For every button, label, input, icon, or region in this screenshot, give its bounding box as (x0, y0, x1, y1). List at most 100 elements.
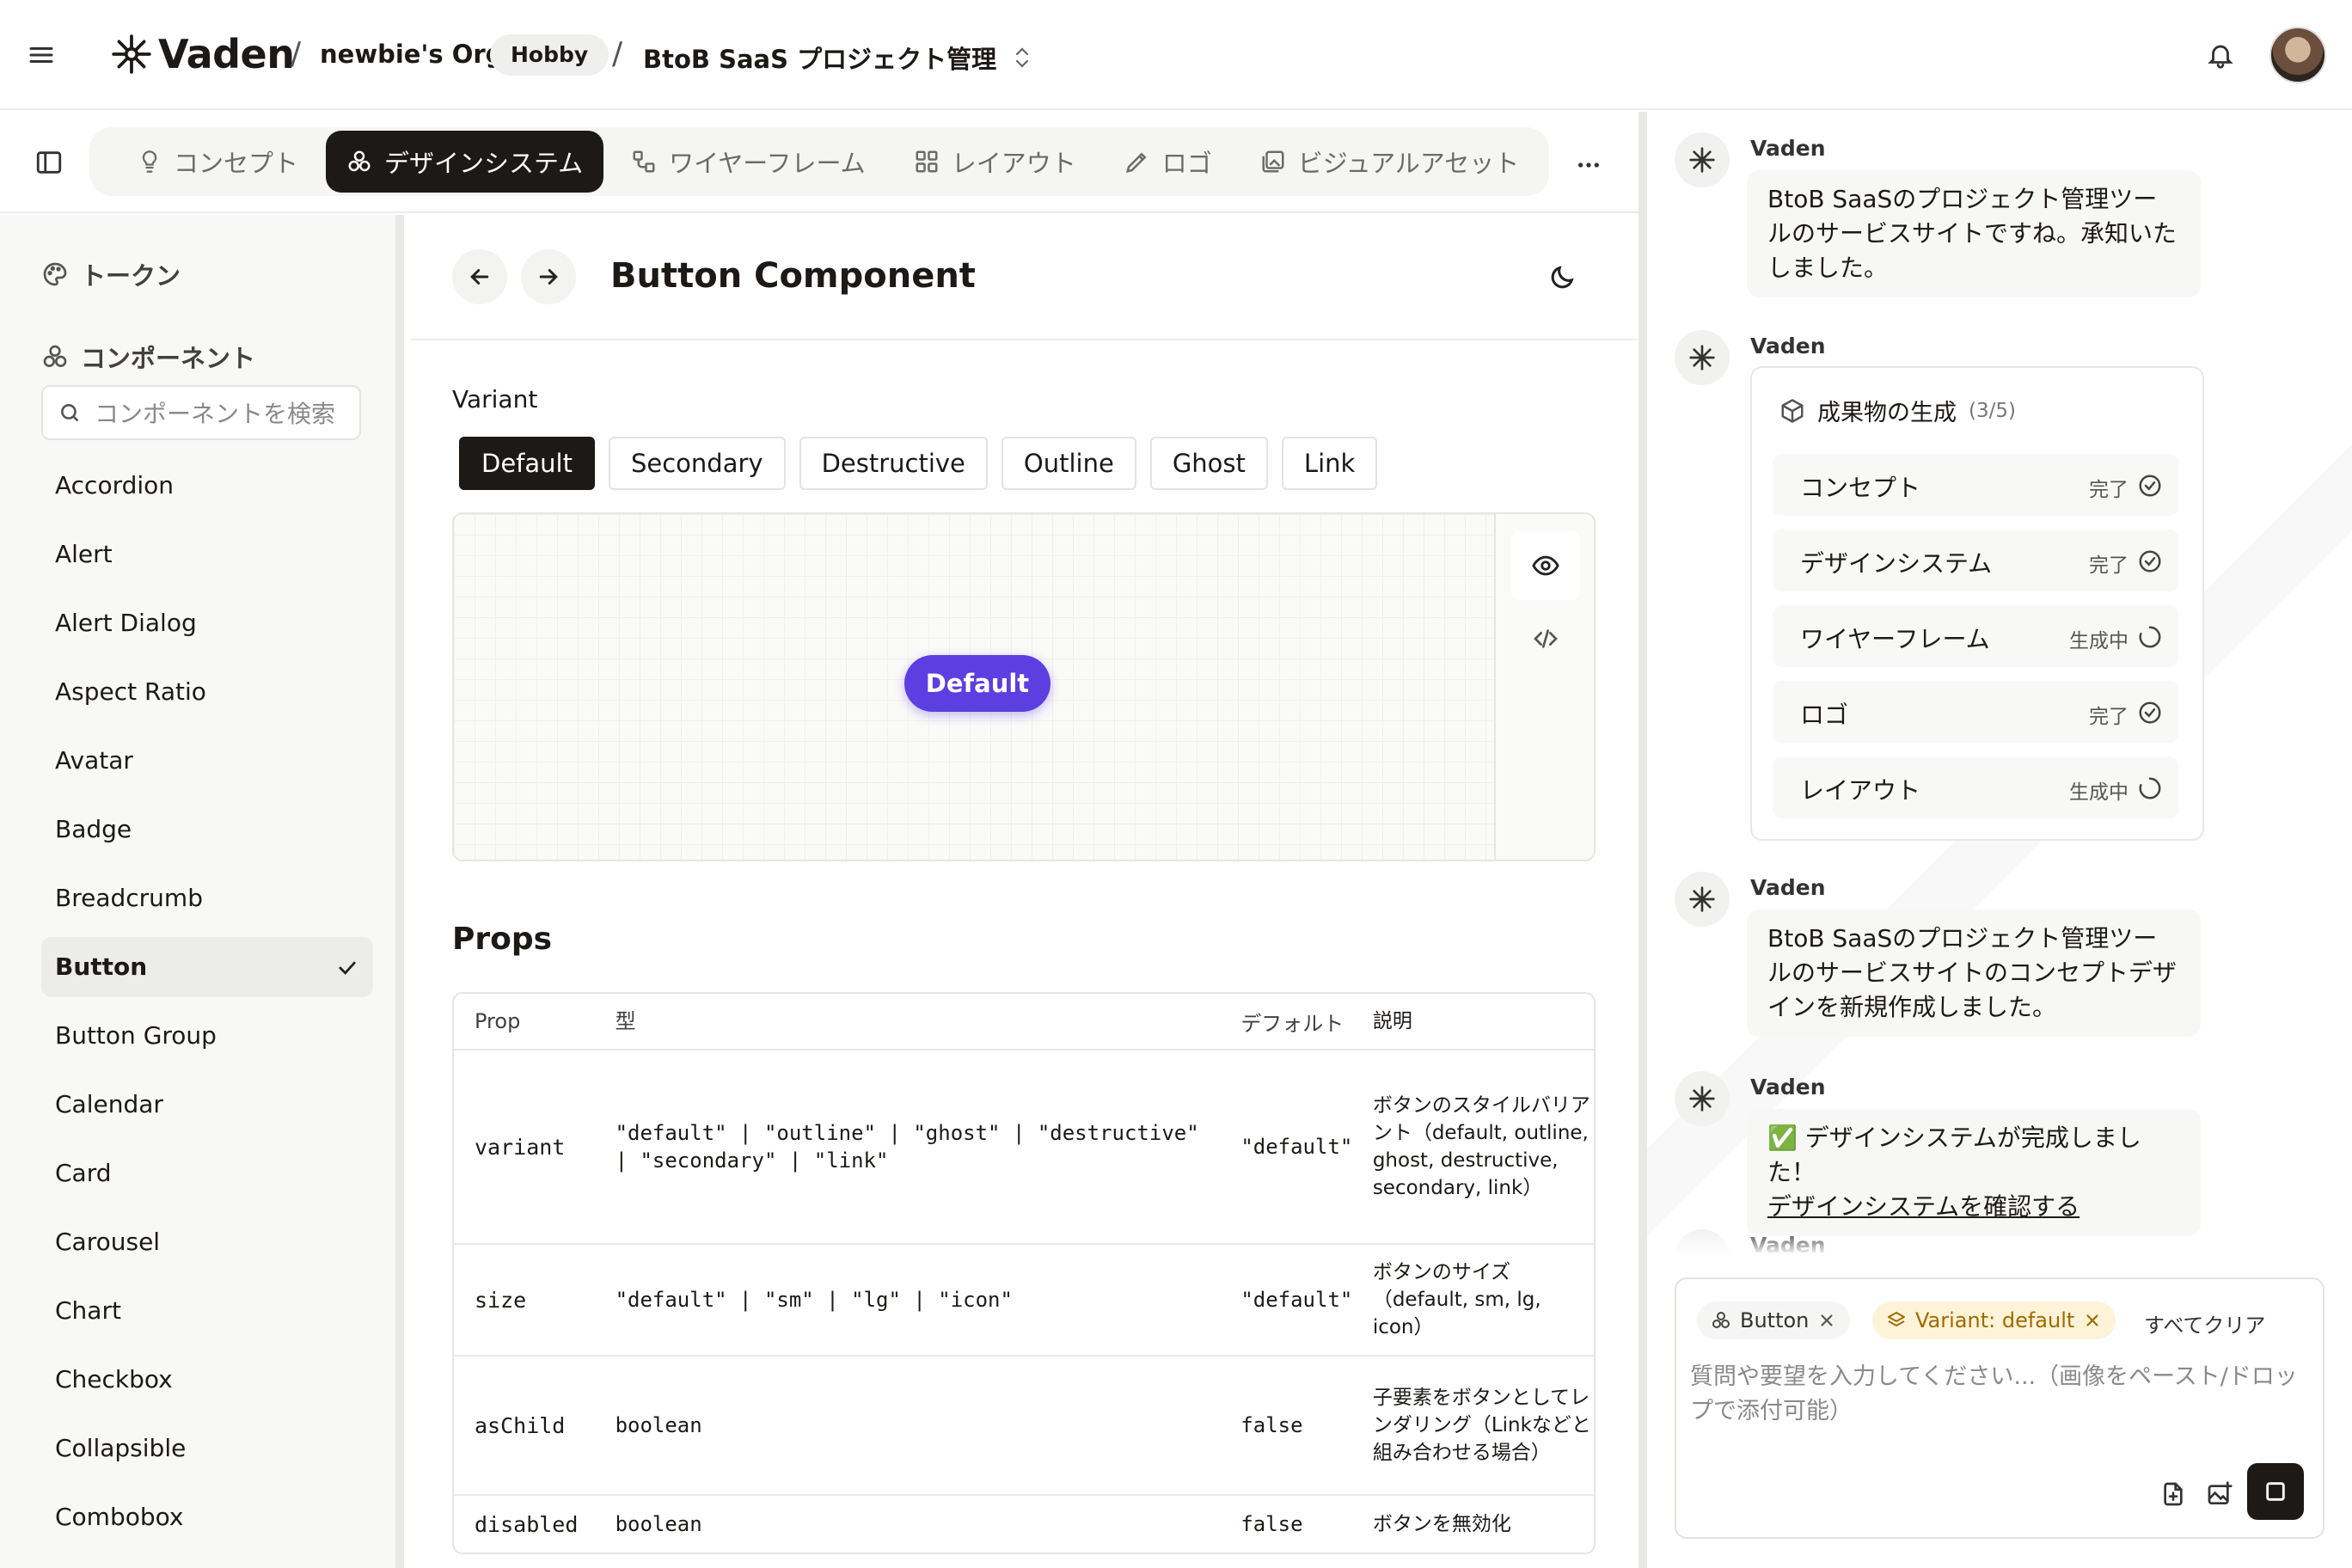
sidebar-item-button-group[interactable]: Button Group (41, 1006, 373, 1066)
arrow-right-icon (539, 269, 558, 285)
variant-tab-outline[interactable]: Outline (1001, 437, 1136, 490)
column-header: 説明 (1372, 1010, 1412, 1032)
tab-concept[interactable]: コンセプト (117, 131, 319, 193)
table-cell-type: boolean (615, 1413, 702, 1437)
chat-message: Vaden BtoB SaaSのプロジェクト管理ツールのサービスサイトのコンセプ… (1675, 872, 2276, 1069)
generation-item: コンセプト 完了 (1773, 454, 2178, 516)
preview-panel: Default (452, 512, 1596, 861)
sidebar-item-card[interactable]: Card (41, 1143, 373, 1204)
eye-icon[interactable] (1511, 531, 1580, 600)
chat-panel: Vaden BtoB SaaSのプロジェクト管理ツールのサービスサイトですね。承… (1647, 112, 2352, 1568)
components-icon (1712, 1312, 1730, 1328)
generation-item-label: デザインシステム (1800, 549, 1993, 578)
bot-avatar-icon (1675, 132, 1730, 187)
file-plus-icon[interactable] (2149, 1470, 2197, 1518)
sidebar-item-accordion[interactable]: Accordion (41, 456, 373, 516)
demo-default-button[interactable]: Default (904, 655, 1050, 712)
message-bubble: BtoB SaaSのプロジェクト管理ツールのサービスサイトのコンセプトデザインを… (1747, 910, 2201, 1037)
chat-composer: Button Variant: default すべてクリア 質問や要望を入力し… (1675, 1277, 2324, 1539)
bot-name: Vaden (1750, 1075, 1826, 1099)
generation-item-status: 完了 (2089, 479, 2128, 501)
preview-toolbar (1496, 514, 1594, 860)
loader-icon (2137, 624, 2163, 650)
project-name: BtoB SaaS プロジェクト管理 (643, 45, 997, 74)
check-circle-icon (2137, 473, 2163, 499)
stop-icon (2266, 1482, 2285, 1501)
sidebar-item-calendar[interactable]: Calendar (41, 1075, 373, 1135)
moon-icon[interactable] (1547, 263, 1577, 292)
table-cell-type: boolean (615, 1512, 702, 1536)
context-chip-component[interactable]: Button (1697, 1302, 1851, 1339)
sidebar-toggle-icon[interactable] (34, 148, 64, 177)
sidebar-item-alert-dialog[interactable]: Alert Dialog (41, 593, 373, 653)
table-cell-prop: variant (475, 1134, 566, 1160)
grid-icon (916, 150, 938, 173)
avatar[interactable] (2269, 27, 2326, 83)
variant-tab-ghost[interactable]: Ghost (1149, 437, 1268, 490)
loader-icon (2137, 775, 2163, 801)
table-cell-prop: size (475, 1287, 527, 1313)
project-switcher[interactable]: BtoB SaaS プロジェクト管理 (643, 40, 1032, 76)
org-name[interactable]: newbie's Org (320, 40, 503, 69)
stop-button[interactable] (2247, 1463, 2304, 1520)
table-cell-default: false (1240, 1413, 1303, 1437)
table-cell-default: "default" (1240, 1135, 1353, 1159)
sidebar-item-button[interactable]: Button (41, 937, 373, 997)
chat-message: Vaden ✅ デザインシステムが完成しました！ デザインシステムを確認する (1675, 1071, 2276, 1236)
chat-input[interactable]: 質問や要望を入力してください...（画像をペースト/ドロップで添付可能） (1690, 1360, 2309, 1429)
page-header: Button Component (411, 215, 1637, 340)
bell-icon[interactable] (2206, 40, 2235, 70)
component-search-input[interactable]: コンポーネントを検索 (41, 385, 361, 440)
tab-design-system[interactable]: デザインシステム (326, 131, 604, 193)
component-sidebar: トークン コンポーネント コンポーネントを検索 Accordion Alert Al… (0, 215, 404, 1568)
sidebar-item-badge[interactable]: Badge (41, 799, 373, 860)
sidebar-item-avatar[interactable]: Avatar (41, 731, 373, 791)
tokens-section[interactable]: トークン (41, 256, 181, 292)
variant-tab-default[interactable]: Default (459, 437, 595, 490)
breadcrumb-separator: / (612, 36, 623, 71)
generation-item-status: 生成中 (2069, 781, 2128, 804)
sidebar-item-carousel[interactable]: Carousel (41, 1212, 373, 1272)
top-bar: Vaden / newbie's Org Hobby / BtoB SaaS プ… (0, 0, 2352, 110)
preview-canvas: Default (454, 514, 1496, 860)
generation-item: ワイヤーフレーム 生成中 (1773, 605, 2178, 667)
tab-wireframe[interactable]: ワイヤーフレーム (610, 131, 886, 193)
variant-tab-destructive[interactable]: Destructive (799, 437, 988, 490)
sidebar-item-aspect-ratio[interactable]: Aspect Ratio (41, 662, 373, 722)
table-cell-desc: 子要素をボタンとしてレンダリング（Linkなどと組み合わせる場合） (1372, 1387, 1591, 1464)
generation-progress-card: 成果物の生成 (3/5) コンセプト 完了 デザインシステム 完了 ワイヤーフレーム 生成… (1750, 366, 2204, 841)
panel-resize-handle[interactable] (1638, 112, 1647, 1568)
sidebar-item-checkbox[interactable]: Checkbox (41, 1350, 373, 1410)
column-header: デフォルト (1240, 1011, 1344, 1036)
forward-button[interactable] (521, 249, 576, 304)
brand-logo[interactable]: Vaden (110, 31, 295, 77)
chat-message: Vaden 成果物の生成 (3/5) コンセプト 完了 デザインシステム 完了 ワイヤー… (1675, 330, 2276, 863)
pen-tool-icon (1125, 152, 1147, 173)
image-plus-icon[interactable] (2196, 1470, 2244, 1518)
chat-message: Vaden BtoB SaaSのプロジェクト管理ツールのサービスサイトですね。承… (1675, 132, 2276, 330)
clear-all-button[interactable]: すべてクリア (2144, 1308, 2265, 1338)
variant-tabs: Default Secondary Destructive Outline Ghost L… (459, 437, 1378, 490)
tab-logo[interactable]: ロゴ (1104, 131, 1233, 193)
images-icon (1262, 150, 1284, 173)
sidebar-item-combobox[interactable]: Combobox (41, 1487, 373, 1547)
menu-icon[interactable] (26, 40, 57, 70)
context-chip-variant[interactable]: Variant: default (1872, 1302, 2116, 1339)
props-title: Props (452, 922, 553, 957)
table-row: size "default" | "sm" | "lg" | "icon" "def… (454, 1245, 1594, 1357)
code-icon[interactable] (1511, 609, 1580, 669)
more-options-icon[interactable] (1575, 151, 1602, 179)
open-design-system-link[interactable]: デザインシステムを確認する (1767, 1190, 2180, 1224)
bot-name: Vaden (1750, 875, 1826, 900)
variant-tab-link[interactable]: Link (1281, 437, 1378, 490)
sidebar-item-chart[interactable]: Chart (41, 1281, 373, 1341)
tab-visual-assets[interactable]: ビジュアルアセット (1240, 131, 1540, 193)
variant-tab-secondary[interactable]: Secondary (608, 437, 786, 490)
sidebar-item-breadcrumb[interactable]: Breadcrumb (41, 868, 373, 928)
tab-layout[interactable]: レイアウト (893, 131, 1097, 193)
shapes-icon (348, 150, 371, 172)
sidebar-item-alert[interactable]: Alert (41, 524, 373, 585)
components-section[interactable]: コンポーネント (41, 339, 255, 375)
back-button[interactable] (452, 249, 507, 304)
sidebar-item-collapsible[interactable]: Collapsible (41, 1418, 373, 1479)
